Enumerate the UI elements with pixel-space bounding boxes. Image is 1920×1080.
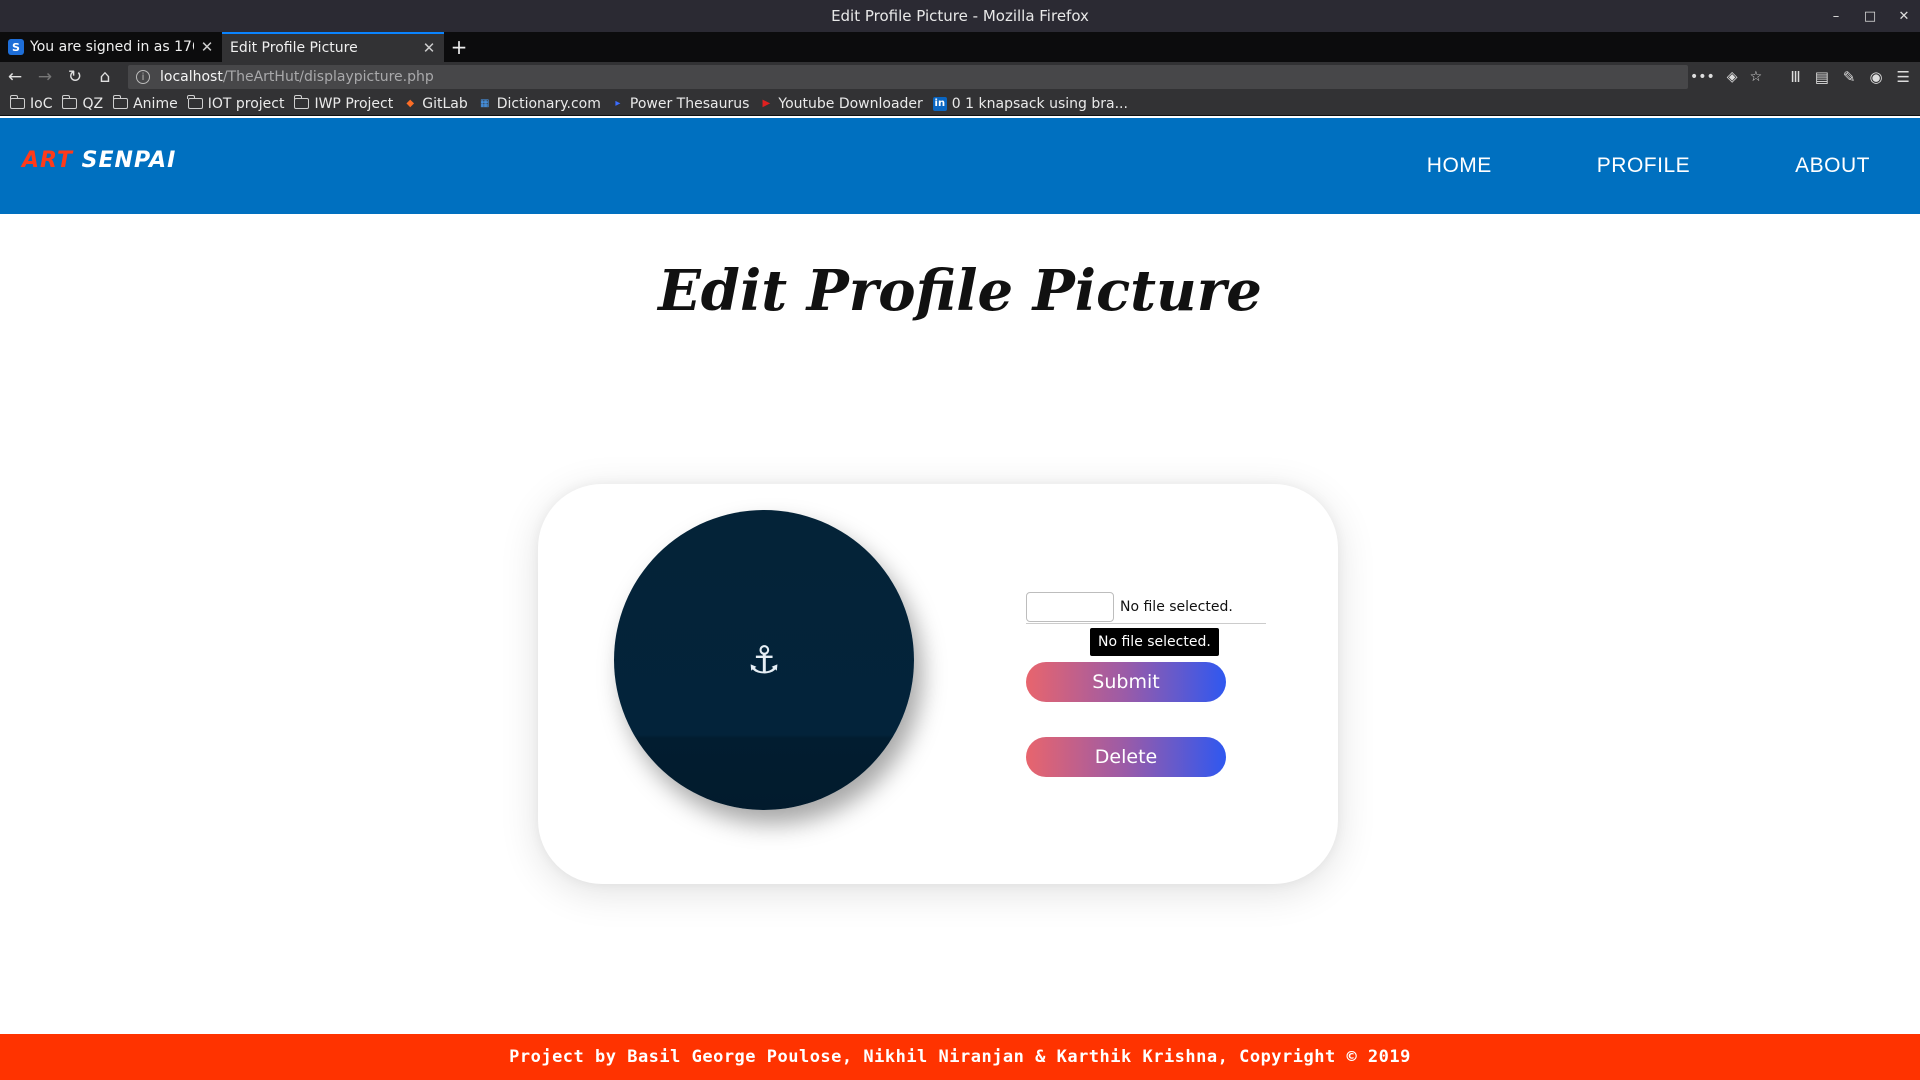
nav-home[interactable]: HOME xyxy=(1427,154,1492,178)
maximize-icon[interactable]: □ xyxy=(1862,9,1878,24)
site-footer: Project by Basil George Poulose, Nikhil … xyxy=(0,1034,1920,1080)
pocket-icon[interactable]: ◈ xyxy=(1727,69,1738,85)
reload-icon[interactable]: ↻ xyxy=(60,67,90,87)
bookmark-gitlab[interactable]: ◆ GitLab xyxy=(403,95,468,112)
folder-icon xyxy=(61,95,78,109)
submit-button[interactable]: Submit xyxy=(1026,662,1226,702)
page-title: Edit Profile Picture xyxy=(658,258,1262,324)
bookmark-label: Dictionary.com xyxy=(496,95,601,112)
site-info-icon[interactable]: i xyxy=(136,70,150,84)
bookmark-knapsack[interactable]: in 0 1 knapsack using bra... xyxy=(932,95,1128,112)
thesaurus-icon: ▸ xyxy=(615,98,621,109)
anchor-icon: ⚓ xyxy=(746,638,782,682)
tab-edit-profile-picture[interactable]: Edit Profile Picture ✕ xyxy=(222,32,444,62)
bookmark-label: IWP Project xyxy=(314,95,394,112)
stackoverflow-favicon-icon: S xyxy=(8,39,24,55)
nav-profile[interactable]: PROFILE xyxy=(1597,154,1690,178)
sidebar-icon[interactable]: ▤ xyxy=(1815,68,1829,86)
youtube-icon: ▶ xyxy=(762,98,771,109)
logo-part-art: ART xyxy=(22,148,73,173)
file-tooltip: No file selected. xyxy=(1090,628,1219,656)
linkedin-icon: in xyxy=(932,96,947,111)
minimize-icon[interactable]: – xyxy=(1828,9,1844,24)
bookmark-iot-project[interactable]: IOT project xyxy=(187,95,285,112)
tab-close-icon[interactable]: ✕ xyxy=(200,38,214,56)
forward-arrow-icon[interactable]: → xyxy=(30,67,60,87)
nav-about[interactable]: ABOUT xyxy=(1795,154,1870,178)
bookmark-label: Power Thesaurus xyxy=(629,95,750,112)
bookmark-label: GitLab xyxy=(422,95,468,112)
bookmark-youtube-downloader[interactable]: ▶ Youtube Downloader xyxy=(759,95,923,112)
window-title: Edit Profile Picture - Mozilla Firefox xyxy=(831,7,1089,25)
bookmark-dictionary[interactable]: ▦ Dictionary.com xyxy=(478,96,601,112)
page-actions-icon[interactable]: ••• xyxy=(1690,69,1715,85)
url-bar[interactable]: i localhost/TheArtHut/displaypicture.php xyxy=(128,65,1688,89)
dictionary-icon: ▦ xyxy=(479,98,490,109)
upload-form: No file selected. No file selected. Subm… xyxy=(1026,590,1266,777)
window-controls: – □ ✕ xyxy=(1828,0,1912,32)
tab-bar: S You are signed in as 1761 ✕ Edit Profi… xyxy=(0,32,1920,62)
bookmark-ioc[interactable]: IoC xyxy=(9,95,53,112)
gitlab-icon: ◆ xyxy=(406,98,415,109)
tab-signed-in[interactable]: S You are signed in as 1761 ✕ xyxy=(0,32,222,62)
bookmark-anime[interactable]: Anime xyxy=(112,95,178,112)
bookmark-label: 0 1 knapsack using bra... xyxy=(951,95,1128,112)
folder-icon xyxy=(187,95,203,109)
folder-icon xyxy=(112,95,129,109)
bookmark-iwp-project[interactable]: IWP Project xyxy=(293,95,394,112)
toolbar-right: Ⅲ ▤ ✎ ◉ ☰ xyxy=(1790,62,1920,92)
menu-icon[interactable]: ☰ xyxy=(1897,68,1910,86)
bookmark-qz[interactable]: QZ xyxy=(61,95,104,112)
bookmark-label: Anime xyxy=(133,95,178,112)
profile-picture: ⚓ xyxy=(614,510,914,810)
file-input-row: No file selected. xyxy=(1026,590,1266,624)
profile-picture-card: ⚓ No file selected. No file selected. Su… xyxy=(538,484,1338,884)
file-browse-button[interactable] xyxy=(1026,591,1114,622)
logo-part-senpai: SENPAI xyxy=(81,148,177,173)
folder-icon xyxy=(293,95,310,109)
bookmarks-bar: IoC QZ Anime IOT project IWP Project ◆ Gi… xyxy=(0,92,1920,116)
home-icon[interactable]: ⌂ xyxy=(90,67,120,87)
close-window-icon[interactable]: ✕ xyxy=(1896,9,1912,24)
bookmark-label: QZ xyxy=(82,95,104,112)
duckduckgo-icon[interactable]: ◉ xyxy=(1869,68,1882,86)
back-arrow-icon[interactable]: ← xyxy=(0,67,30,87)
library-icon[interactable]: Ⅲ xyxy=(1790,68,1800,86)
bookmark-label: IoC xyxy=(30,95,53,112)
footer-text: Project by Basil George Poulose, Nikhil … xyxy=(509,1047,1411,1067)
tab-close-icon[interactable]: ✕ xyxy=(422,39,436,57)
folder-icon xyxy=(9,95,25,109)
extension-icon[interactable]: ✎ xyxy=(1843,68,1856,86)
url-host: localhost xyxy=(160,69,223,85)
bookmark-power-thesaurus[interactable]: ▸ Power Thesaurus xyxy=(611,95,750,112)
url-path: /TheArtHut/displaypicture.php xyxy=(222,69,434,85)
bookmark-label: IOT project xyxy=(207,95,285,112)
url-actions: ••• ◈ ☆ xyxy=(1690,62,1762,92)
bookmark-star-icon[interactable]: ☆ xyxy=(1750,69,1763,85)
tab-label: You are signed in as 1761 xyxy=(30,39,194,55)
window-titlebar: Edit Profile Picture - Mozilla Firefox –… xyxy=(0,0,1920,32)
bookmark-label: Youtube Downloader xyxy=(778,95,923,112)
delete-button[interactable]: Delete xyxy=(1026,737,1226,777)
file-status: No file selected. xyxy=(1120,598,1233,615)
navigation-toolbar: ← → ↻ ⌂ i localhost/TheArtHut/displaypic… xyxy=(0,62,1920,92)
new-tab-icon[interactable]: + xyxy=(444,32,474,62)
site-nav: HOME PROFILE ABOUT xyxy=(1427,118,1870,214)
tab-label: Edit Profile Picture xyxy=(230,40,358,56)
site-header: ART SENPAI HOME PROFILE ABOUT xyxy=(0,118,1920,214)
site-logo[interactable]: ART SENPAI xyxy=(22,148,176,173)
